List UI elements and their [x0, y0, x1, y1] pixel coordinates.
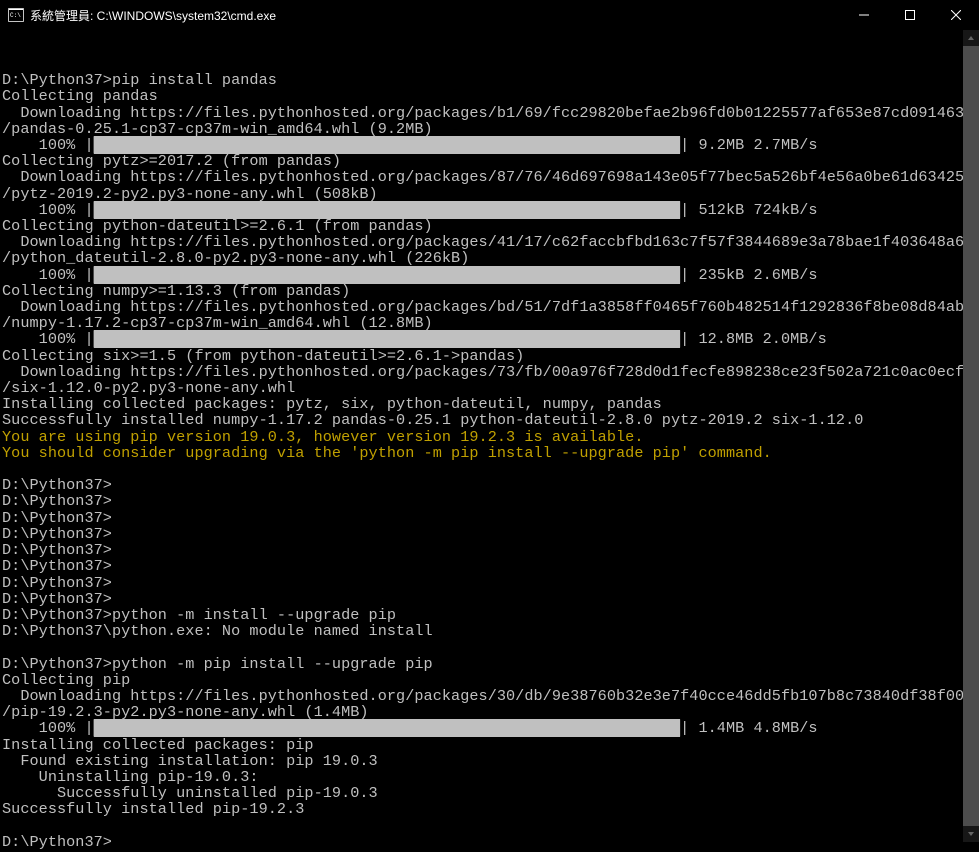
cmd-icon: C:\: [8, 8, 24, 22]
terminal-line: Successfully installed pip-19.2.3: [2, 800, 304, 818]
progress-info: | 235kB 2.6MB/s: [680, 266, 817, 284]
scroll-up-button[interactable]: [963, 30, 979, 46]
minimize-button[interactable]: [841, 0, 887, 30]
progress-info: | 1.4MB 4.8MB/s: [680, 719, 817, 737]
window-controls: [841, 0, 979, 30]
scroll-down-button[interactable]: [963, 826, 979, 842]
progress-info: | 512kB 724kB/s: [680, 201, 817, 219]
terminal-line: D:\Python37\python.exe: No module named …: [2, 622, 433, 640]
window-titlebar[interactable]: C:\ 系統管理員: C:\WINDOWS\system32\cmd.exe: [0, 0, 979, 30]
progress-info: | 9.2MB 2.7MB/s: [680, 136, 817, 154]
scrollbar-thumb[interactable]: [963, 46, 979, 826]
close-button[interactable]: [933, 0, 979, 30]
pip-warning: You should consider upgrading via the 'p…: [2, 444, 772, 462]
window-title: 系統管理員: C:\WINDOWS\system32\cmd.exe: [30, 7, 841, 24]
progress-info: | 12.8MB 2.0MB/s: [680, 330, 827, 348]
maximize-button[interactable]: [887, 0, 933, 30]
svg-text:C:\: C:\: [10, 12, 21, 19]
vertical-scrollbar[interactable]: [963, 30, 979, 842]
terminal-output[interactable]: D:\Python37>pip install pandas Collectin…: [0, 30, 979, 852]
